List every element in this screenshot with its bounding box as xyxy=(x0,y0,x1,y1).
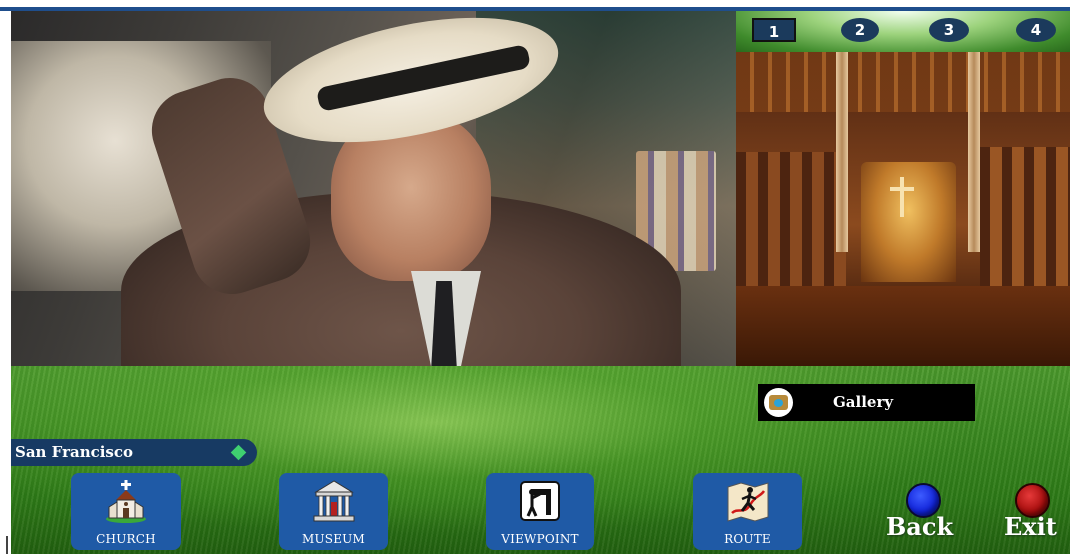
image-tab-1[interactable]: 1 xyxy=(752,18,796,42)
photo-crucifix xyxy=(900,177,904,217)
viewpoint-button[interactable]: VIEWPOINT xyxy=(486,473,594,550)
location-name: San Francisco xyxy=(15,443,134,461)
viewpoint-label: VIEWPOINT xyxy=(501,532,579,546)
viewpoint-icon xyxy=(520,481,560,521)
location-diamond-icon xyxy=(230,444,247,461)
image-tab-2[interactable]: 2 xyxy=(841,18,879,42)
museum-button[interactable]: MUSEUM xyxy=(279,473,388,550)
route-icon xyxy=(727,482,768,522)
gallery-icon-lens xyxy=(774,399,783,407)
left-margin xyxy=(0,11,11,554)
photo-pillar xyxy=(836,52,848,252)
church-label: CHURCH xyxy=(96,532,156,546)
route-label: ROUTE xyxy=(724,532,771,546)
photo-pillar xyxy=(968,52,980,252)
museum-label: MUSEUM xyxy=(302,532,365,546)
museum-icon xyxy=(313,480,354,522)
location-bar: San Francisco xyxy=(11,439,257,466)
church-interior-photo xyxy=(736,52,1070,366)
photo-altar xyxy=(861,162,956,282)
gallery-icon xyxy=(764,388,793,417)
exit-button[interactable]: Exit xyxy=(1004,512,1057,541)
church-icon xyxy=(106,480,146,523)
text-cursor xyxy=(6,536,8,554)
photo-vault xyxy=(736,52,1070,112)
photo-floor xyxy=(736,286,1070,366)
route-button[interactable]: ROUTE xyxy=(693,473,802,550)
gallery-button[interactable]: Gallery xyxy=(758,384,975,421)
image-tab-3[interactable]: 3 xyxy=(929,18,969,42)
gallery-label: Gallery xyxy=(833,393,894,411)
video-player[interactable] xyxy=(11,11,736,366)
church-button[interactable]: CHURCH xyxy=(71,473,181,550)
image-tab-4[interactable]: 4 xyxy=(1016,18,1056,42)
back-button[interactable]: Back xyxy=(886,512,953,541)
photo-crucifix-bar xyxy=(890,187,914,191)
